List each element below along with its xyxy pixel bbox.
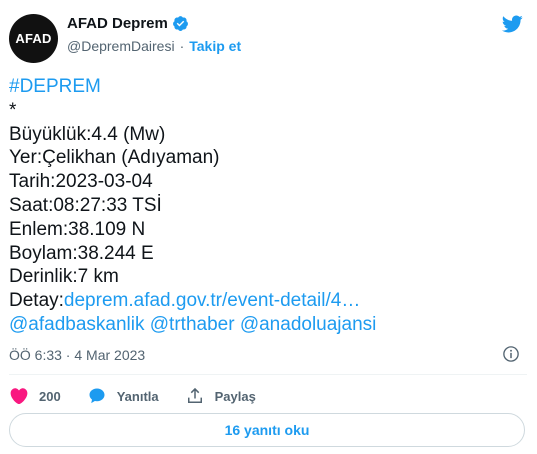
tweet-text-segment: * — [9, 99, 17, 121]
mention-link[interactable]: @trthaber — [150, 314, 235, 335]
tweet-header: AFAD AFAD Deprem @DepremDairesi · Takip … — [9, 11, 528, 63]
tweet-text-segment: Yer:Çelikhan (Adıyaman) — [9, 147, 220, 169]
heart-icon — [10, 388, 28, 405]
tweet-text-segment: Tarih:2023-03-04 — [9, 171, 153, 193]
url-link[interactable]: deprem.afad.gov.tr/event-detail/4… — [64, 290, 360, 311]
tweet-line: Enlem:38.109 N — [9, 218, 509, 242]
tweet-line: @afadbaskanlik @trthaber @anadoluajansi — [9, 313, 509, 337]
like-button[interactable]: 200 — [9, 386, 61, 406]
tweet-line: #DEPREM — [9, 75, 509, 99]
separator-dot: · — [179, 38, 185, 54]
tweet-line: Yer:Çelikhan (Adıyaman) — [9, 146, 509, 170]
tweet-line: Boylam:38.244 E — [9, 242, 509, 266]
author-display-name[interactable]: AFAD Deprem — [67, 15, 168, 32]
share-button[interactable]: Paylaş — [185, 386, 256, 406]
verified-badge-icon — [172, 16, 188, 31]
tweet-timestamp[interactable]: ÖÖ 6:33 · 4 Mar 2023 — [9, 347, 145, 363]
reply-label: Yanıtla — [116, 388, 159, 404]
tweet-line: Büyüklük:4.4 (Mw) — [9, 123, 509, 147]
mention-link[interactable]: @afadbaskanlik — [9, 314, 144, 335]
tweet-text-segment: Derinlik:7 km — [9, 266, 119, 288]
follow-button[interactable]: Takip et — [189, 38, 241, 54]
reply-button[interactable]: Yanıtla — [87, 386, 159, 406]
read-replies-button[interactable]: 16 yanıtı oku — [9, 413, 525, 447]
author-handle[interactable]: @DepremDairesi — [67, 38, 175, 54]
speech-bubble-icon — [89, 388, 105, 404]
like-count: 200 — [39, 388, 61, 404]
tweet-actions: 200 Yanıtla Paylaş — [9, 384, 282, 408]
tweet-text-segment: Saat:08:27:33 TSİ — [9, 194, 162, 216]
mention-link[interactable]: @anadoluajansi — [240, 314, 377, 335]
tweet-text-segment: Enlem:38.109 N — [9, 218, 146, 240]
divider — [9, 374, 527, 375]
share-icon — [187, 387, 202, 403]
read-replies-label: 16 yanıtı oku — [224, 422, 310, 438]
author-handle-line: @DepremDairesi · Takip et — [67, 38, 241, 54]
share-label: Paylaş — [214, 388, 256, 404]
tweet-text-segment: Boylam:38.244 E — [9, 242, 154, 264]
info-icon[interactable] — [502, 345, 520, 363]
tweet-text-segment: Büyüklük:4.4 (Mw) — [9, 123, 166, 145]
tweet-line: Saat:08:27:33 TSİ — [9, 194, 509, 218]
avatar[interactable]: AFAD — [9, 14, 58, 63]
tweet-line: Derinlik:7 km — [9, 265, 509, 289]
tweet-line: Tarih:2023-03-04 — [9, 170, 509, 194]
tweet-line: Detay:deprem.afad.gov.tr/event-detail/4… — [9, 289, 509, 313]
author-name-line: AFAD Deprem — [67, 15, 189, 32]
avatar-text: AFAD — [15, 31, 52, 46]
twitter-bird-icon[interactable] — [500, 13, 524, 35]
tweet-text-segment: Detay: — [9, 290, 64, 312]
tweet-line: * — [9, 99, 509, 123]
hashtag-link[interactable]: #DEPREM — [9, 76, 101, 97]
tweet-text: #DEPREM * Büyüklük:4.4 (Mw) Yer:Çelikhan (A… — [9, 75, 509, 337]
